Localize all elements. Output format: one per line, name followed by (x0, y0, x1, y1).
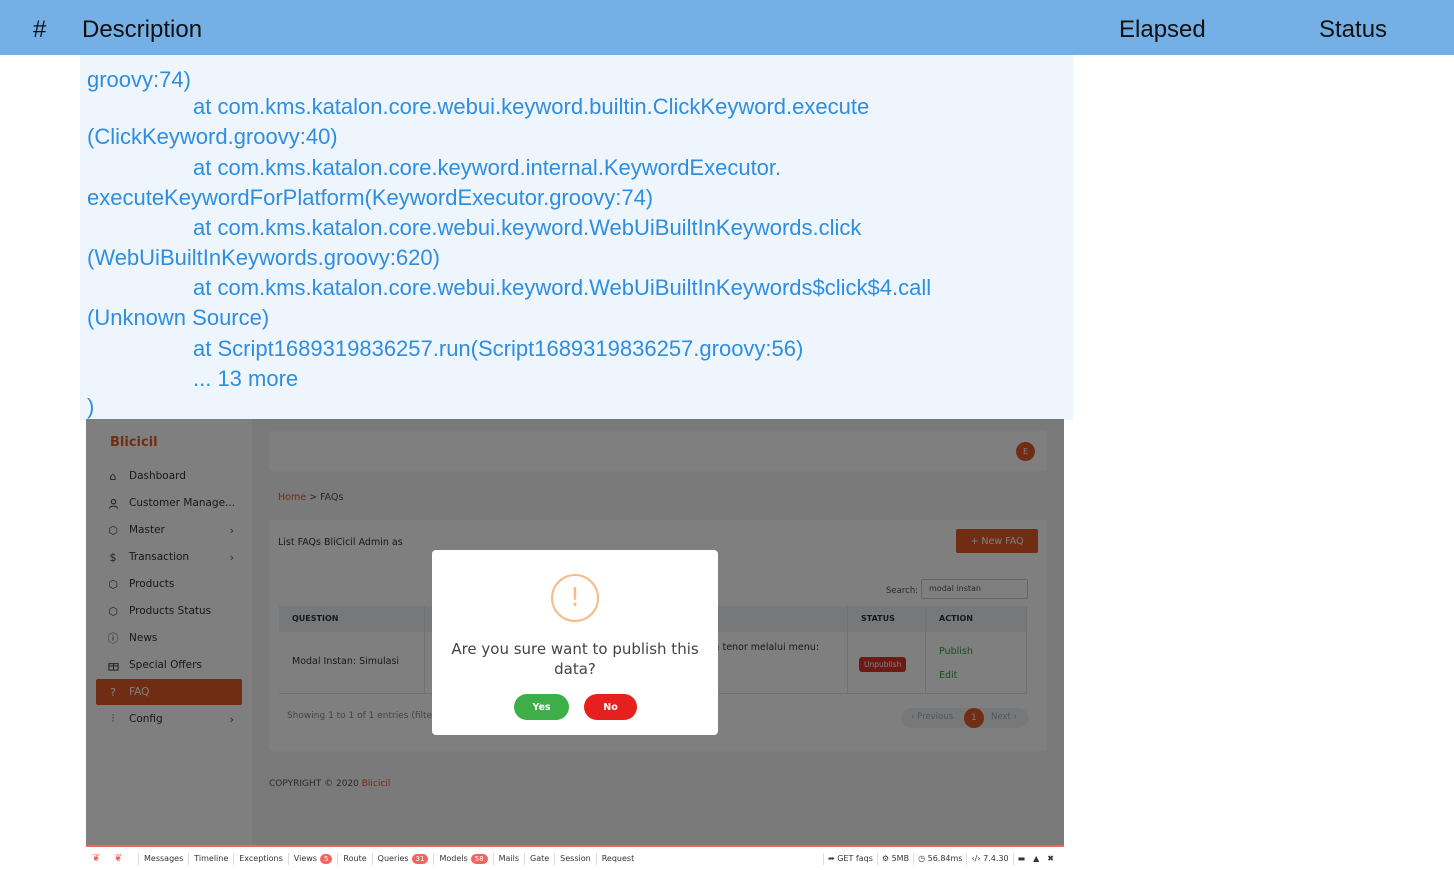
debug-tab-views[interactable]: Views 5 (287, 852, 338, 865)
log-line: ) (87, 394, 95, 419)
debug-tab-label: Views (293, 853, 317, 863)
debug-tab-messages[interactable]: Messages (138, 852, 188, 865)
debug-tab-label: Messages (144, 853, 184, 863)
debug-count-badge: 5 (319, 853, 333, 864)
log-line: groovy:74) (87, 67, 191, 92)
dialog-title: Are you sure want to publish this data? (451, 640, 699, 678)
no-button[interactable]: No (584, 694, 637, 720)
debug-tab-label: Mails (498, 853, 519, 863)
debug-tab-route[interactable]: Route (337, 852, 371, 865)
debug-tab-gate[interactable]: Gate (524, 852, 554, 865)
header-status: Status (1319, 16, 1388, 43)
log-line: at com.kms.katalon.core.webui.keyword.We… (193, 275, 932, 300)
debug-tab-label: Session (560, 853, 591, 863)
debug-tab-label: Route (343, 853, 367, 863)
log-line: at com.kms.katalon.core.keyword.internal… (193, 155, 782, 180)
log-line: ... 13 more (193, 366, 299, 391)
debug-count-badge: 31 (411, 853, 429, 864)
debug-version-text: 7.4.30 (983, 853, 1009, 863)
log-line: at com.kms.katalon.core.webui.keyword.bu… (193, 94, 870, 119)
debug-memory-info[interactable]: ⚙ 5MB (876, 852, 913, 865)
debug-tab-exceptions[interactable]: Exceptions (233, 852, 288, 865)
debug-tab-label: Request (601, 853, 635, 863)
yes-button[interactable]: Yes (514, 694, 569, 720)
folder-icon[interactable]: ▬ (1012, 852, 1030, 865)
debug-version-info[interactable]: ‹/› 7.4.30 (966, 852, 1012, 865)
debug-tab-models[interactable]: Models 58 (433, 852, 492, 865)
code-icon: ‹/› (971, 853, 984, 863)
debug-tabs: Messages Timeline Exceptions Views 5 Rout… (138, 847, 639, 870)
close-icon[interactable]: ✖ (1043, 853, 1058, 865)
clock-icon: ◷ (918, 853, 928, 863)
report-table-header: # Description Elapsed Status (0, 0, 1454, 55)
cogs-icon: ⚙ (881, 853, 892, 863)
warning-icon: ! (551, 574, 599, 622)
header-number: # (33, 16, 47, 43)
stack-trace-log: groovy:74) at com.kms.katalon.core.webui… (80, 55, 1073, 420)
debug-time-text: 56.84ms (927, 853, 963, 863)
log-line: executeKeywordForPlatform(KeywordExecuto… (87, 185, 654, 210)
debug-tab-label: Exceptions (239, 853, 283, 863)
embedded-screenshot: Blicicil ⌂ Dashboard Customer Manage... … (86, 419, 1064, 870)
debug-count-badge: 58 (470, 853, 488, 864)
chevron-up-icon[interactable]: ▲ (1029, 853, 1043, 865)
log-line: (ClickKeyword.groovy:40) (87, 124, 338, 149)
confirm-publish-dialog: ! Are you sure want to publish this data… (432, 550, 718, 735)
debug-stats: ➦ GET faqs ⚙ 5MB ◷ 56.84ms ‹/› 7.4.30 ▬ … (822, 847, 1058, 870)
debug-memory-text: 5MB (891, 853, 910, 863)
debug-bar: ❦ ❦ Messages Timeline Exceptions Views 5 … (86, 845, 1064, 870)
debug-tab-session[interactable]: Session (554, 852, 596, 865)
laravel-logo-icon[interactable]: ❦ (92, 853, 100, 864)
debug-time-info[interactable]: ◷ 56.84ms (913, 852, 966, 865)
debug-route-text: GET faqs (837, 853, 873, 863)
log-line: at com.kms.katalon.core.webui.keyword.We… (193, 215, 862, 240)
header-elapsed: Elapsed (1119, 16, 1206, 43)
header-description: Description (82, 16, 203, 43)
debug-tab-timeline[interactable]: Timeline (188, 852, 233, 865)
log-line: at Script1689319836257.run(Script1689319… (193, 336, 804, 361)
debug-tab-label: Queries (377, 853, 409, 863)
debug-tab-mails[interactable]: Mails (492, 852, 524, 865)
log-line: (WebUiBuiltInKeywords.groovy:620) (87, 245, 440, 270)
debug-tab-request[interactable]: Request (595, 852, 640, 865)
log-line: (Unknown Source) (87, 305, 270, 330)
debug-tab-label: Timeline (194, 853, 229, 863)
debug-tab-label: Gate (530, 853, 550, 863)
laravel-logo-icon[interactable]: ❦ (114, 853, 122, 864)
share-icon: ➦ (827, 853, 838, 863)
debug-tab-label: Models (439, 853, 468, 863)
debug-route-info[interactable]: ➦ GET faqs (822, 852, 877, 865)
debug-tab-queries[interactable]: Queries 31 (371, 852, 434, 865)
